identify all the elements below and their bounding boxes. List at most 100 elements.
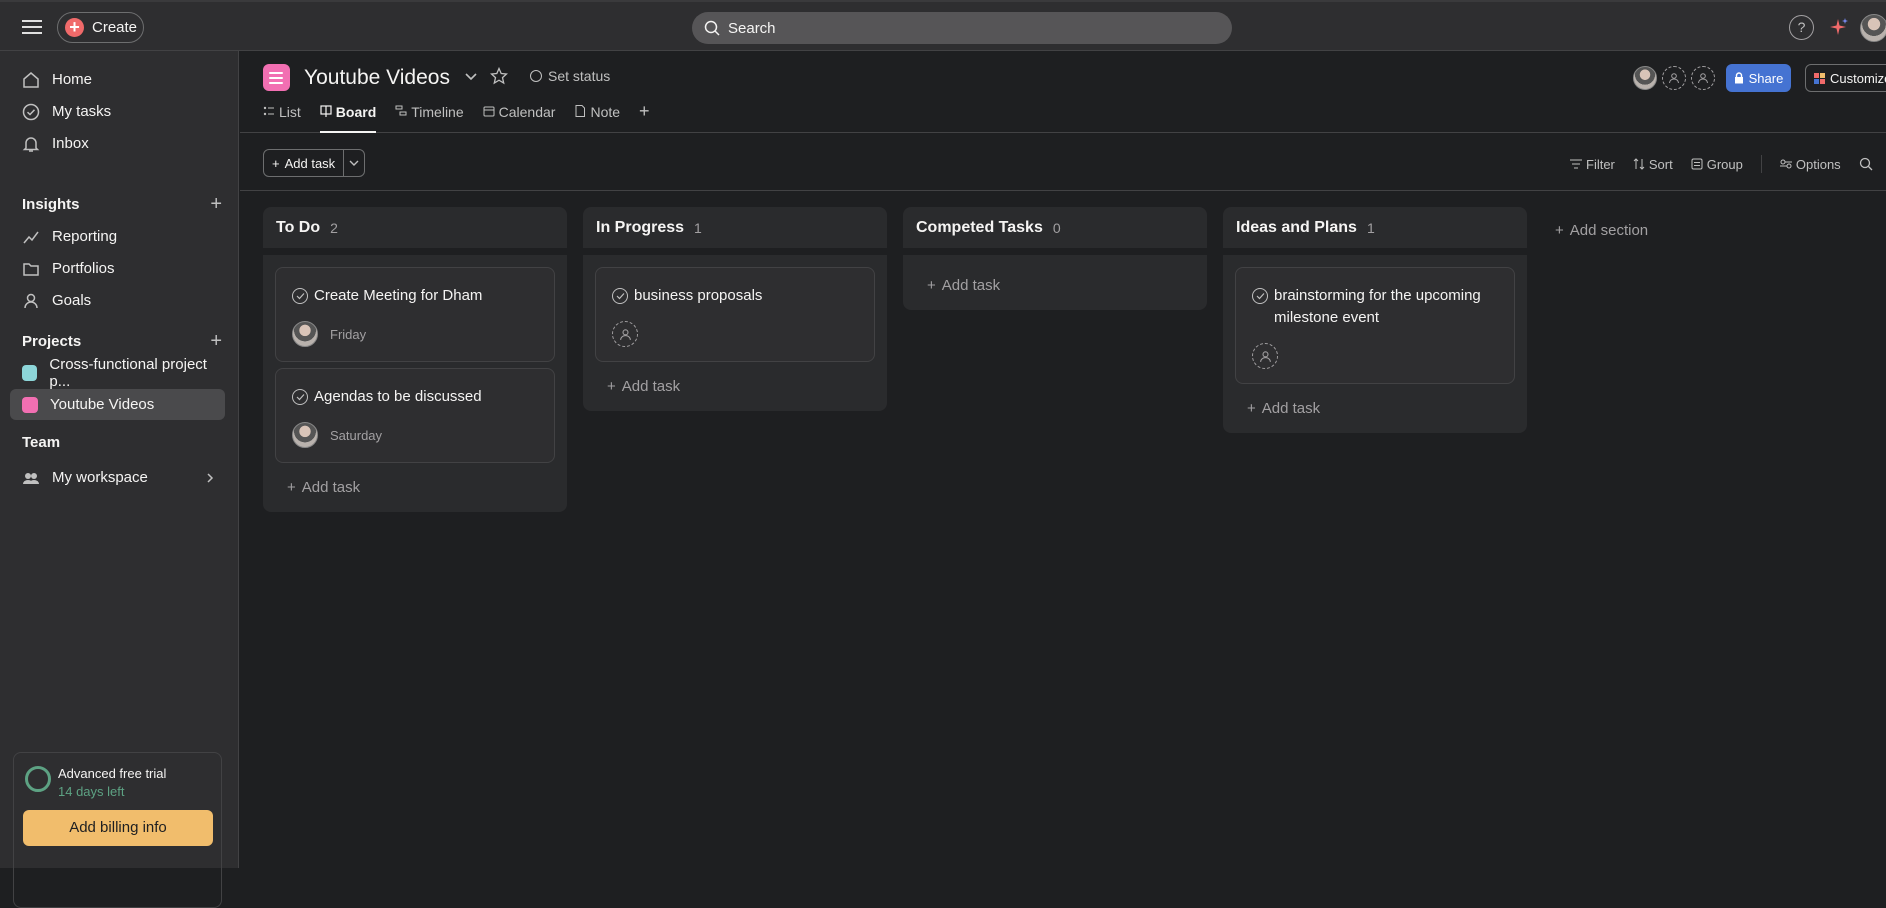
team-section: Team — [22, 434, 222, 451]
top-bar: + Create Search ? — [0, 0, 1886, 51]
options-button[interactable]: Options — [1779, 156, 1841, 172]
column-header[interactable]: In Progress 1 — [583, 207, 887, 255]
add-insight-icon[interactable]: + — [210, 193, 222, 216]
add-task-link[interactable]: + Add task — [1235, 390, 1515, 423]
task-card[interactable]: business proposals — [595, 267, 875, 362]
share-label: Share — [1748, 70, 1784, 86]
tab-label: Timeline — [411, 104, 464, 120]
task-card[interactable]: Create Meeting for Dham Friday — [275, 267, 555, 362]
search-placeholder: Search — [728, 19, 776, 37]
set-status-button[interactable]: Set status — [530, 68, 610, 84]
customize-button[interactable]: Customize — [1805, 64, 1886, 92]
unassigned-avatar-icon[interactable] — [1252, 343, 1278, 369]
sidebar-item-my-workspace[interactable]: My workspace — [10, 462, 225, 493]
board-icon — [320, 105, 332, 117]
menu-icon[interactable] — [20, 17, 44, 37]
tab-calendar[interactable]: Calendar — [483, 104, 555, 133]
sidebar-item-portfolios[interactable]: Portfolios — [10, 253, 225, 284]
add-tab-icon[interactable]: + — [639, 101, 650, 133]
column-count: 0 — [1052, 219, 1061, 236]
column-title: In Progress — [596, 218, 685, 236]
sidebar-item-my-tasks[interactable]: My tasks — [10, 96, 225, 127]
column-header[interactable]: To Do 2 — [263, 207, 567, 255]
create-button[interactable]: + Create — [57, 12, 144, 43]
toolbar-divider — [1760, 155, 1762, 173]
add-task-label: Add task — [301, 479, 361, 496]
column-count: 1 — [694, 219, 702, 236]
sort-button[interactable]: Sort — [1633, 157, 1673, 172]
due-date[interactable]: Friday — [330, 327, 366, 342]
sidebar-item-home[interactable]: Home — [10, 64, 225, 95]
sidebar-item-goals[interactable]: Goals — [10, 285, 225, 316]
projects-heading[interactable]: Projects — [22, 333, 81, 350]
task-meta — [1252, 343, 1498, 369]
team-heading[interactable]: Team — [22, 434, 60, 451]
column-title: Ideas and Plans — [1236, 218, 1357, 236]
help-icon[interactable]: ? — [1789, 15, 1814, 40]
add-task-dropdown[interactable] — [344, 150, 364, 176]
avatar[interactable] — [1633, 66, 1657, 90]
add-section-button[interactable]: + Add section — [1555, 222, 1648, 239]
tab-note[interactable]: Note — [574, 104, 620, 133]
task-card[interactable]: brainstorming for the upcoming milestone… — [1235, 267, 1515, 384]
complete-check-icon[interactable] — [1252, 288, 1268, 304]
sidebar-item-youtube-videos[interactable]: Youtube Videos — [10, 389, 225, 420]
assignee-avatar[interactable] — [292, 422, 318, 448]
sidebar-item-reporting[interactable]: Reporting — [10, 221, 225, 252]
empty-avatar-icon[interactable] — [1691, 66, 1715, 90]
add-task-link[interactable]: + Add task — [275, 469, 555, 502]
star-icon[interactable] — [490, 67, 508, 85]
complete-check-icon[interactable] — [292, 288, 308, 304]
search-input[interactable]: Search — [692, 12, 1232, 44]
add-task-link[interactable]: + Add task — [915, 267, 1195, 300]
assignee-avatar[interactable] — [292, 321, 318, 347]
user-avatar[interactable] — [1860, 14, 1886, 42]
board-column-to-do: To Do 2 Create Meeting for Dham Friday A… — [263, 207, 567, 512]
add-task-button[interactable]: + Add task — [264, 150, 345, 176]
complete-check-icon[interactable] — [612, 288, 628, 304]
project-header: Youtube Videos Set status List Board Tim… — [240, 51, 1886, 133]
insights-section: Insights + — [22, 193, 222, 216]
add-billing-button[interactable]: Add billing info — [23, 810, 213, 846]
tab-label: Board — [335, 104, 377, 120]
home-icon — [23, 71, 39, 88]
filter-label: Filter — [1586, 156, 1615, 172]
chevron-down-icon[interactable] — [464, 70, 478, 84]
plus-icon: + — [272, 155, 280, 171]
tab-timeline[interactable]: Timeline — [395, 104, 464, 133]
plus-icon: + — [927, 277, 936, 294]
people-icon — [23, 472, 39, 484]
tab-board[interactable]: Board — [319, 104, 377, 133]
search-icon[interactable] — [1859, 157, 1873, 171]
due-date[interactable]: Saturday — [330, 428, 382, 443]
insights-heading[interactable]: Insights — [22, 196, 80, 213]
sidebar-item-cross-functional[interactable]: Cross-functional project p... — [10, 356, 225, 390]
group-button[interactable]: Group — [1691, 157, 1743, 172]
view-tabs: List Board Timeline Calendar Note + — [263, 101, 650, 133]
page-title[interactable]: Youtube Videos — [304, 66, 450, 90]
sidebar-item-inbox[interactable]: Inbox — [10, 128, 225, 159]
ai-sparkle-icon[interactable] — [1826, 15, 1850, 39]
column-header[interactable]: Competed Tasks 0 — [903, 207, 1207, 255]
tab-list[interactable]: List — [263, 104, 301, 133]
tab-label: List — [279, 104, 301, 120]
chevron-right-icon[interactable] — [205, 472, 215, 484]
sidebar-item-label: My tasks — [52, 103, 112, 120]
empty-avatar-icon[interactable] — [1662, 66, 1686, 90]
options-label: Options — [1795, 156, 1841, 172]
sidebar-item-label: Youtube Videos — [50, 396, 155, 413]
member-avatars[interactable] — [1633, 66, 1715, 90]
filter-button[interactable]: Filter — [1570, 157, 1615, 172]
sort-icon — [1633, 158, 1645, 170]
task-title-row: Create Meeting for Dham — [292, 285, 538, 307]
complete-check-icon[interactable] — [292, 389, 308, 405]
trial-progress-icon — [25, 766, 51, 792]
trial-box: Advanced free trial 14 days left Add bil… — [13, 752, 222, 908]
task-card[interactable]: Agendas to be discussed Saturday — [275, 368, 555, 463]
column-header[interactable]: Ideas and Plans 1 — [1223, 207, 1527, 255]
add-task-link[interactable]: + Add task — [595, 368, 875, 401]
add-project-icon[interactable]: + — [210, 330, 222, 353]
trial-title: Advanced free trial — [58, 766, 167, 781]
unassigned-avatar-icon[interactable] — [612, 321, 638, 347]
share-button[interactable]: Share — [1726, 64, 1791, 92]
